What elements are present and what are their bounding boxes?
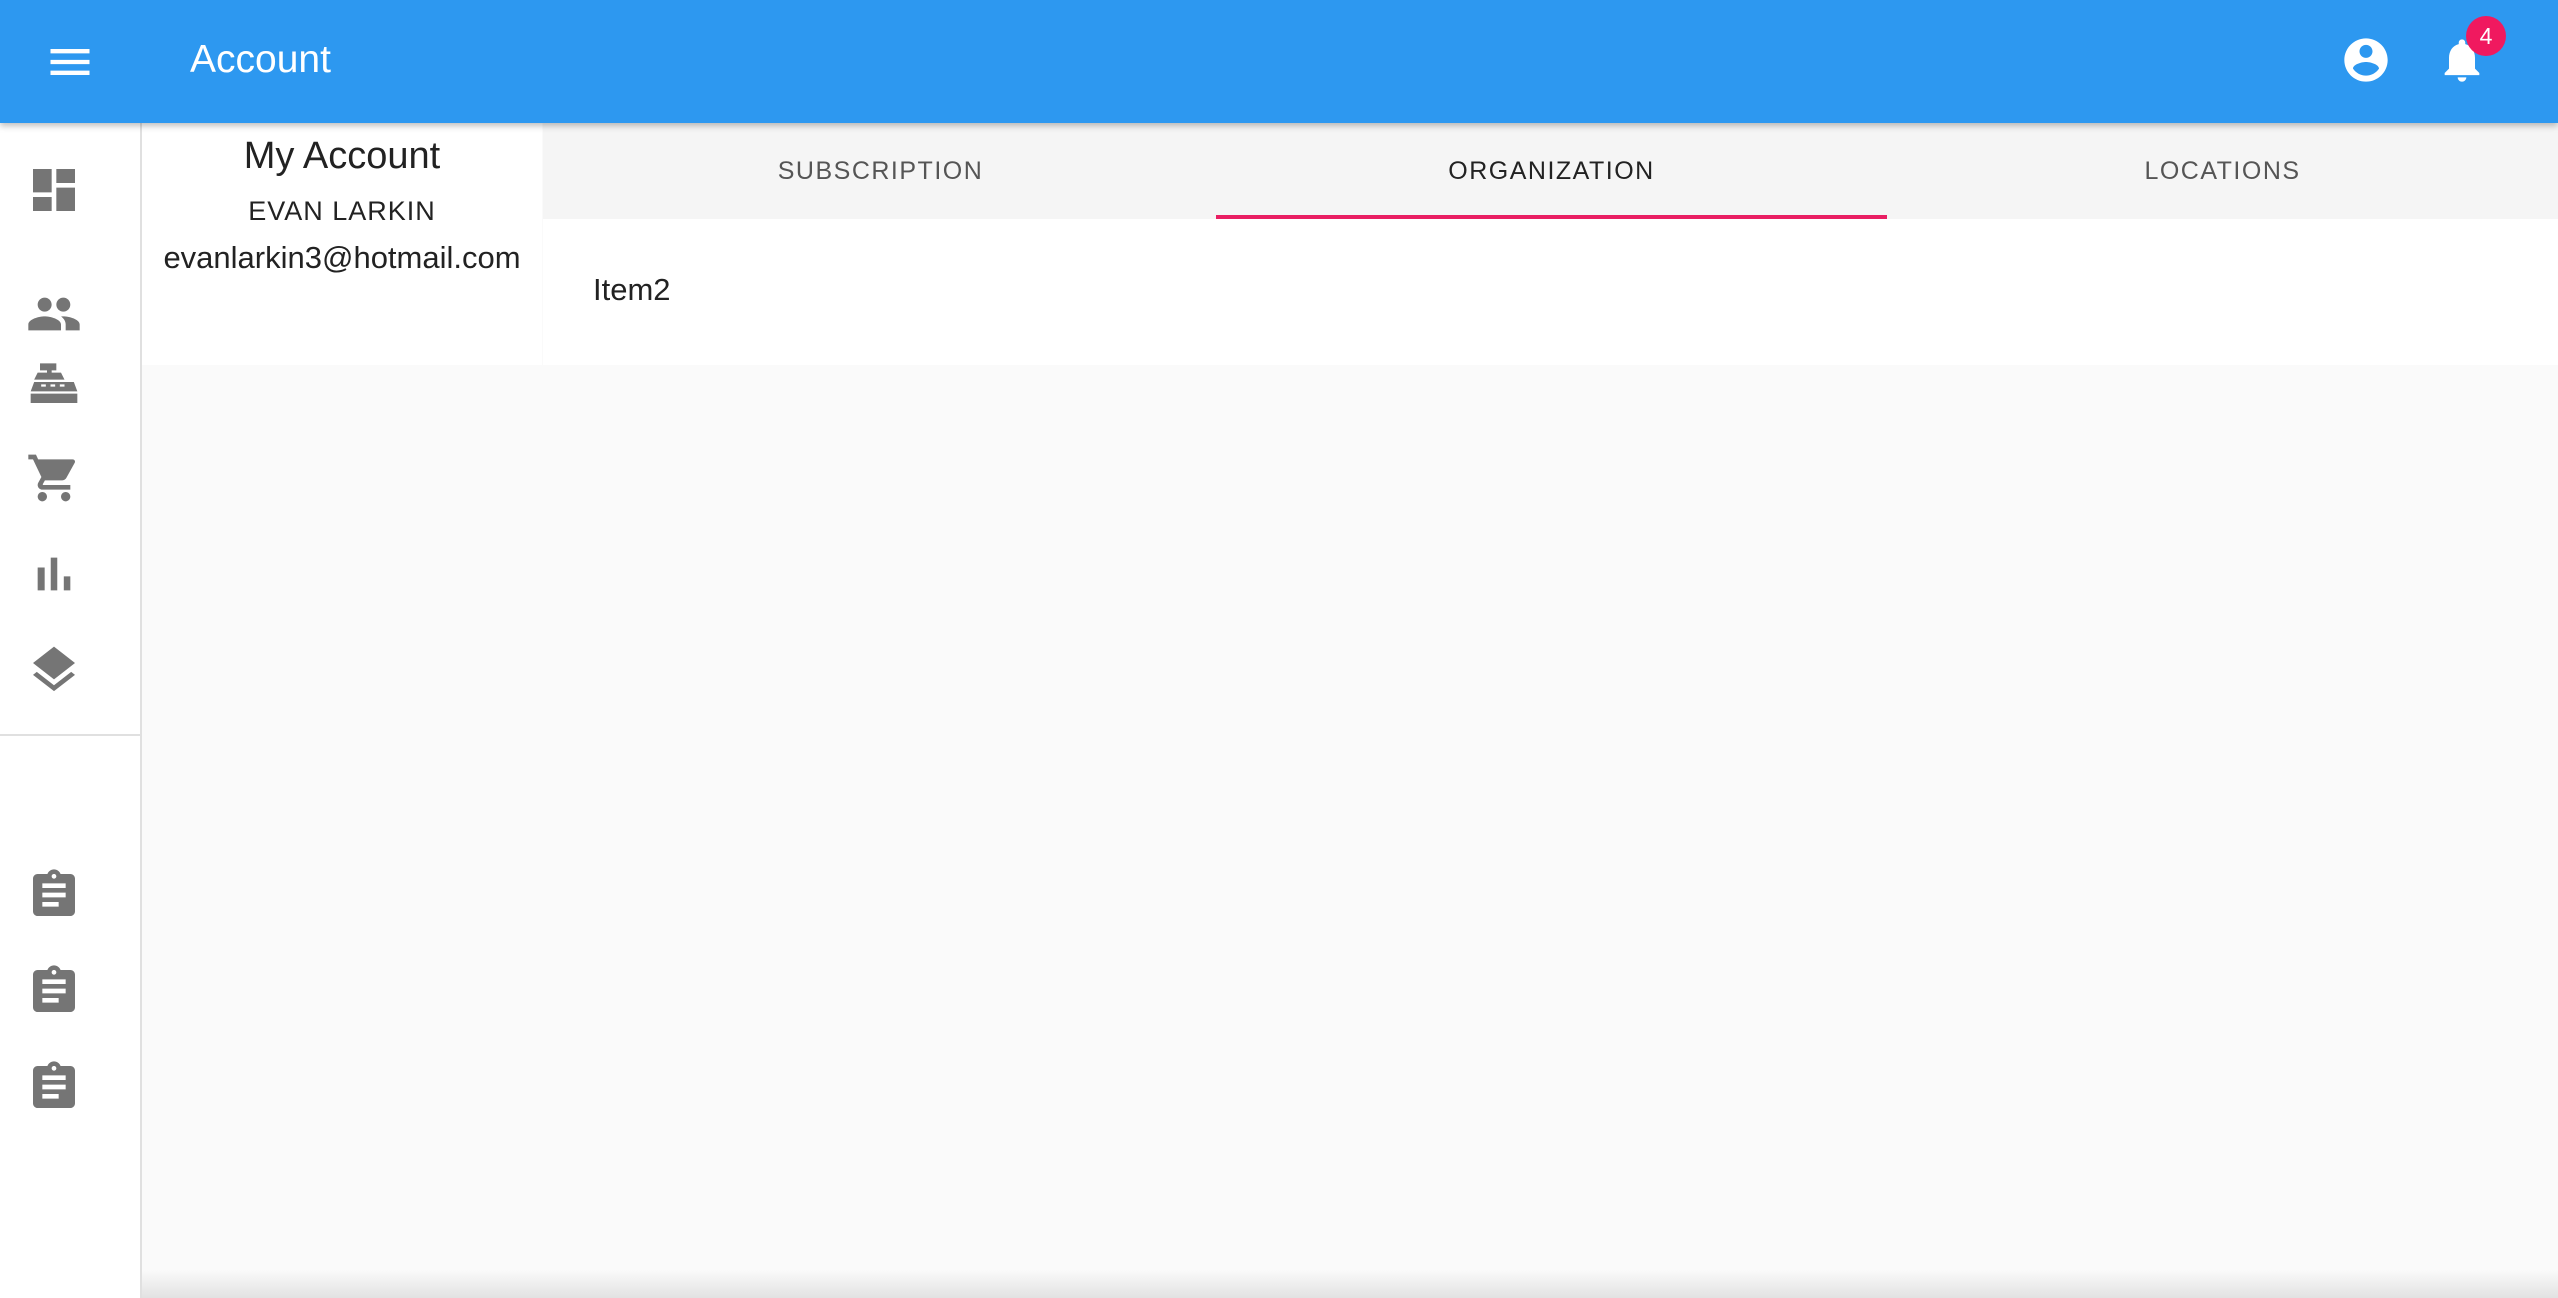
user-email: evanlarkin3@hotmail.com: [163, 240, 521, 275]
account-profile-card: My Account EVAN LARKIN evanlarkin3@hotma…: [142, 123, 542, 365]
tab-bar: SUBSCRIPTION ORGANIZATION LOCATIONS: [543, 123, 2558, 219]
content-item: Item2: [593, 272, 671, 307]
sidebar-item-people[interactable]: [26, 286, 82, 342]
tab-content-panel: Item2: [543, 219, 2558, 365]
sidebar-divider: [0, 734, 140, 736]
page-title: Account: [190, 38, 331, 81]
sidebar-item-cart[interactable]: [26, 450, 82, 506]
sidebar-item-dashboard[interactable]: [26, 162, 82, 218]
bar-chart-icon: [37, 557, 71, 591]
user-name: EVAN LARKIN: [248, 196, 436, 226]
sidebar: [0, 123, 142, 1298]
cash-register-icon: [30, 363, 78, 403]
sidebar-item-clipboard-1[interactable]: [26, 867, 82, 923]
sidebar-item-reports[interactable]: [26, 546, 82, 602]
dashboard-icon: [33, 169, 75, 211]
notification-badge: 4: [2466, 16, 2506, 56]
tab-organization[interactable]: ORGANIZATION: [1216, 123, 1887, 219]
account-heading: My Account: [243, 135, 441, 177]
sidebar-item-layers[interactable]: [26, 642, 82, 698]
clipboard-icon: [33, 1061, 75, 1108]
people-icon: [28, 297, 80, 331]
sidebar-item-clipboard-2[interactable]: [26, 963, 82, 1019]
layers-icon: [33, 646, 75, 692]
tab-subscription[interactable]: SUBSCRIPTION: [545, 123, 1216, 219]
tab-locations[interactable]: LOCATIONS: [1887, 123, 2558, 219]
account-circle-icon[interactable]: [2340, 34, 2392, 86]
sidebar-item-clipboard-3[interactable]: [26, 1059, 82, 1115]
bottom-shadow: [142, 1270, 2558, 1298]
app-bar: Account 4: [0, 0, 2558, 123]
clipboard-icon: [33, 869, 75, 916]
clipboard-icon: [33, 965, 75, 1012]
sidebar-item-register[interactable]: [26, 354, 82, 410]
shopping-cart-icon: [28, 454, 76, 502]
menu-icon[interactable]: [44, 36, 96, 88]
